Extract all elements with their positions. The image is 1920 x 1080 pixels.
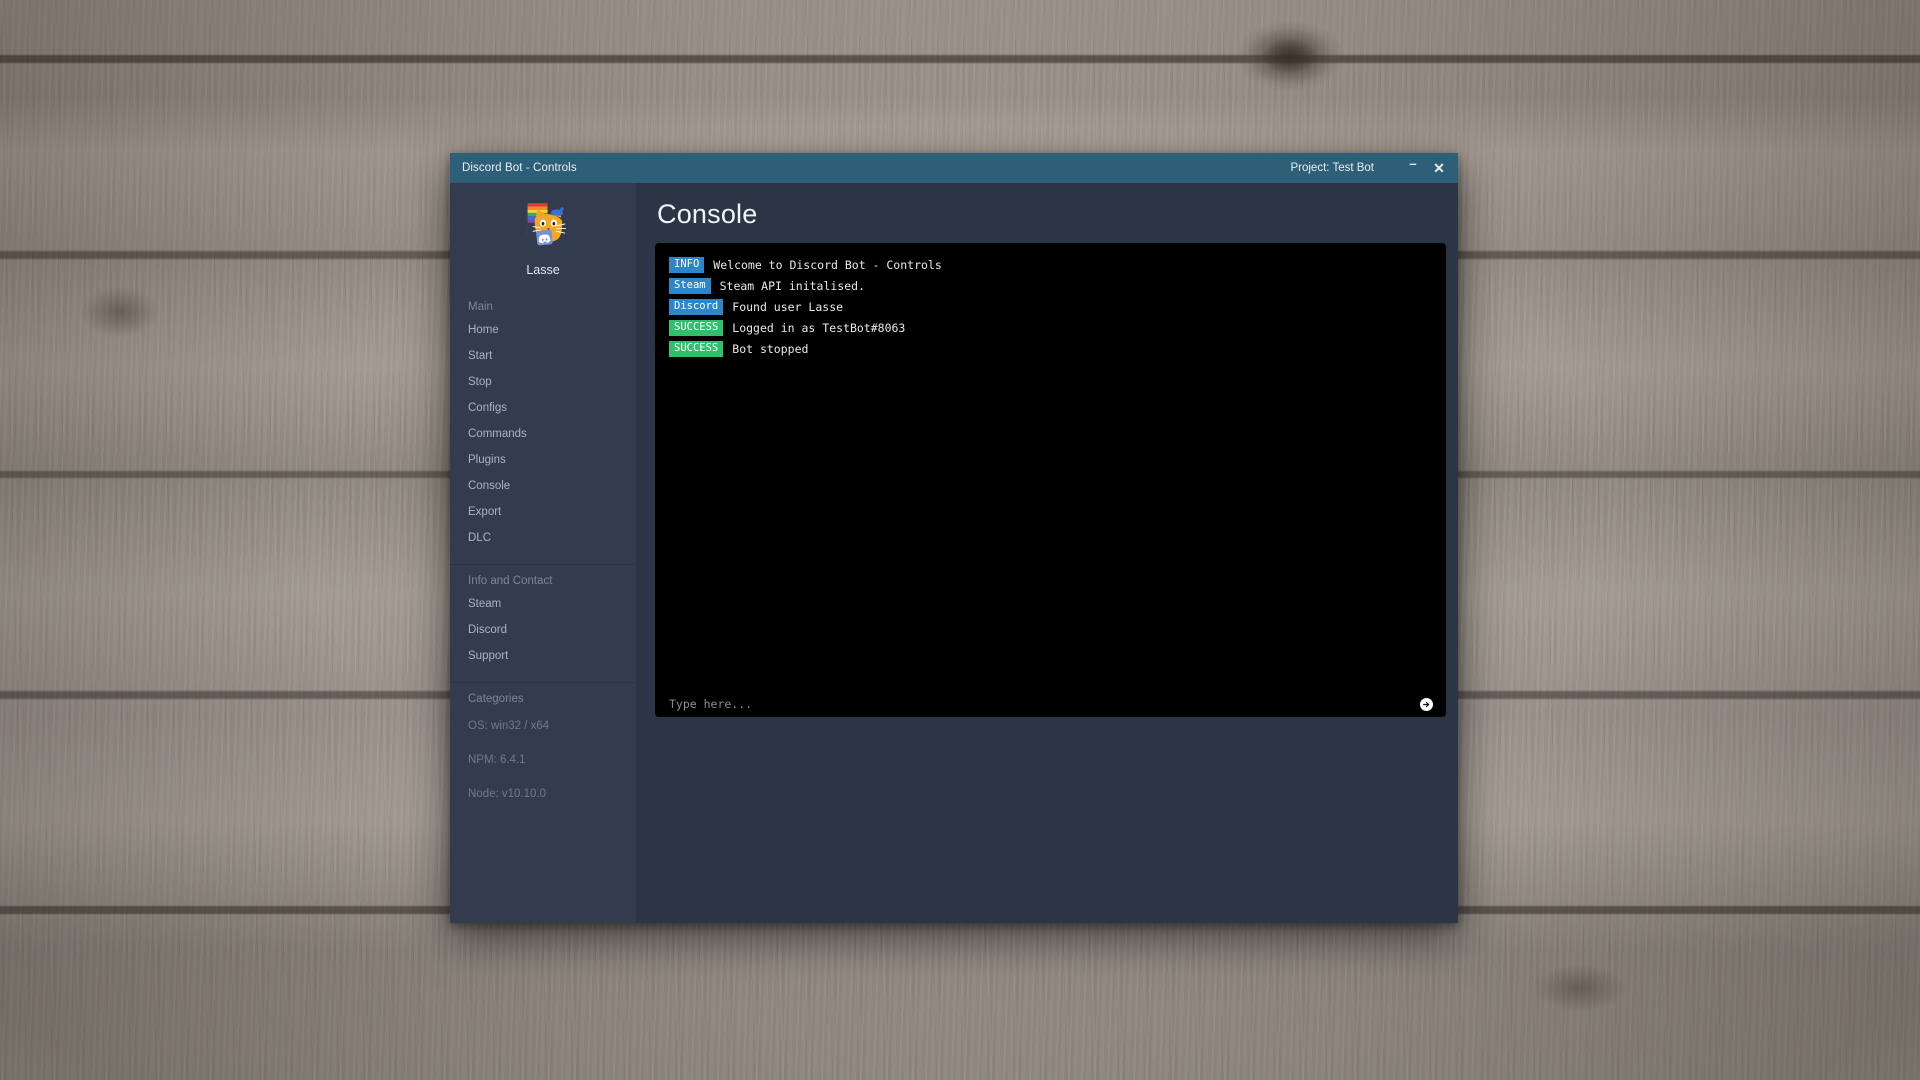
log-message: Logged in as TestBot#8063 [732, 320, 906, 335]
title-bar[interactable]: Discord Bot - Controls Project: Test Bot… [450, 153, 1458, 183]
console-input-bar [655, 691, 1446, 717]
close-icon[interactable]: ✕ [1426, 153, 1452, 183]
console-log-line: SUCCESS Bot stopped [669, 341, 1432, 357]
profile-username: Lasse [526, 263, 560, 277]
log-message: Welcome to Discord Bot - Controls [713, 257, 942, 272]
log-message: Bot stopped [732, 341, 809, 356]
cat-pride-flag-discord-avatar-icon [525, 203, 567, 246]
console-log-line: INFO Welcome to Discord Bot - Controls [669, 257, 1432, 273]
log-badge-info: INFO [669, 257, 705, 273]
sidebar-item-support[interactable]: Support [450, 643, 636, 669]
profile-block: Lasse [450, 183, 636, 291]
sidebar-item-export[interactable]: Export [450, 499, 636, 525]
page-title: Console [657, 199, 758, 229]
sidebar-section-info-and-contact: Info and Contact Steam Discord Support [450, 565, 636, 675]
minimize-icon[interactable]: – [1400, 153, 1426, 183]
sidebar-item-discord[interactable]: Discord [450, 617, 636, 643]
send-arrow-circle-icon[interactable] [1420, 697, 1433, 711]
log-badge-success: SUCCESS [669, 341, 724, 357]
sidebar-info-os: OS: win32 / x64 [468, 720, 550, 732]
log-message: Steam API initalised. [719, 278, 866, 293]
sidebar-item-dlc[interactable]: DLC [450, 525, 636, 551]
sidebar-section-title-main: Main [468, 301, 493, 313]
window-body: Lasse Main Home Start Stop Configs Comma… [450, 183, 1458, 923]
console-command-input[interactable] [669, 697, 1420, 711]
sidebar-section-categories: Categories OS: win32 / x64 NPM: 6.4.1 No… [450, 683, 636, 817]
log-message: Found user Lasse [732, 299, 844, 314]
sidebar-info-node: Node: v10.10.0 [468, 788, 547, 800]
sidebar-section-main: Main Home Start Stop Configs Commands Pl… [450, 291, 636, 557]
sidebar: Lasse Main Home Start Stop Configs Comma… [450, 183, 637, 923]
sidebar-item-home[interactable]: Home [450, 317, 636, 343]
sidebar-section-title-categories: Categories [468, 693, 524, 705]
sidebar-item-start[interactable]: Start [450, 343, 636, 369]
main-content: Console INFO Welcome to Discord Bot - Co… [637, 183, 1458, 923]
sidebar-item-commands[interactable]: Commands [450, 421, 636, 447]
console-panel: INFO Welcome to Discord Bot - Controls S… [655, 243, 1446, 717]
app-title: Discord Bot - Controls [462, 162, 577, 174]
sidebar-item-plugins[interactable]: Plugins [450, 447, 636, 473]
log-badge-discord: Discord [669, 299, 724, 315]
log-badge-steam: Steam [669, 278, 711, 294]
desktop-background: Discord Bot - Controls Project: Test Bot… [0, 0, 1920, 1080]
console-log-line: Steam Steam API initalised. [669, 278, 1432, 294]
console-log-line: Discord Found user Lasse [669, 299, 1432, 315]
sidebar-info-npm: NPM: 6.4.1 [468, 754, 526, 766]
project-label: Project: Test Bot [1290, 162, 1374, 174]
sidebar-item-stop[interactable]: Stop [450, 369, 636, 395]
sidebar-item-steam[interactable]: Steam [450, 591, 636, 617]
sidebar-section-title-info-and-contact: Info and Contact [468, 575, 553, 587]
sidebar-item-console[interactable]: Console [450, 473, 636, 499]
application-window: Discord Bot - Controls Project: Test Bot… [450, 153, 1458, 923]
console-log-line: SUCCESS Logged in as TestBot#8063 [669, 320, 1432, 336]
log-badge-success: SUCCESS [669, 320, 724, 336]
console-log-output: INFO Welcome to Discord Bot - Controls S… [655, 243, 1446, 691]
sidebar-item-configs[interactable]: Configs [450, 395, 636, 421]
